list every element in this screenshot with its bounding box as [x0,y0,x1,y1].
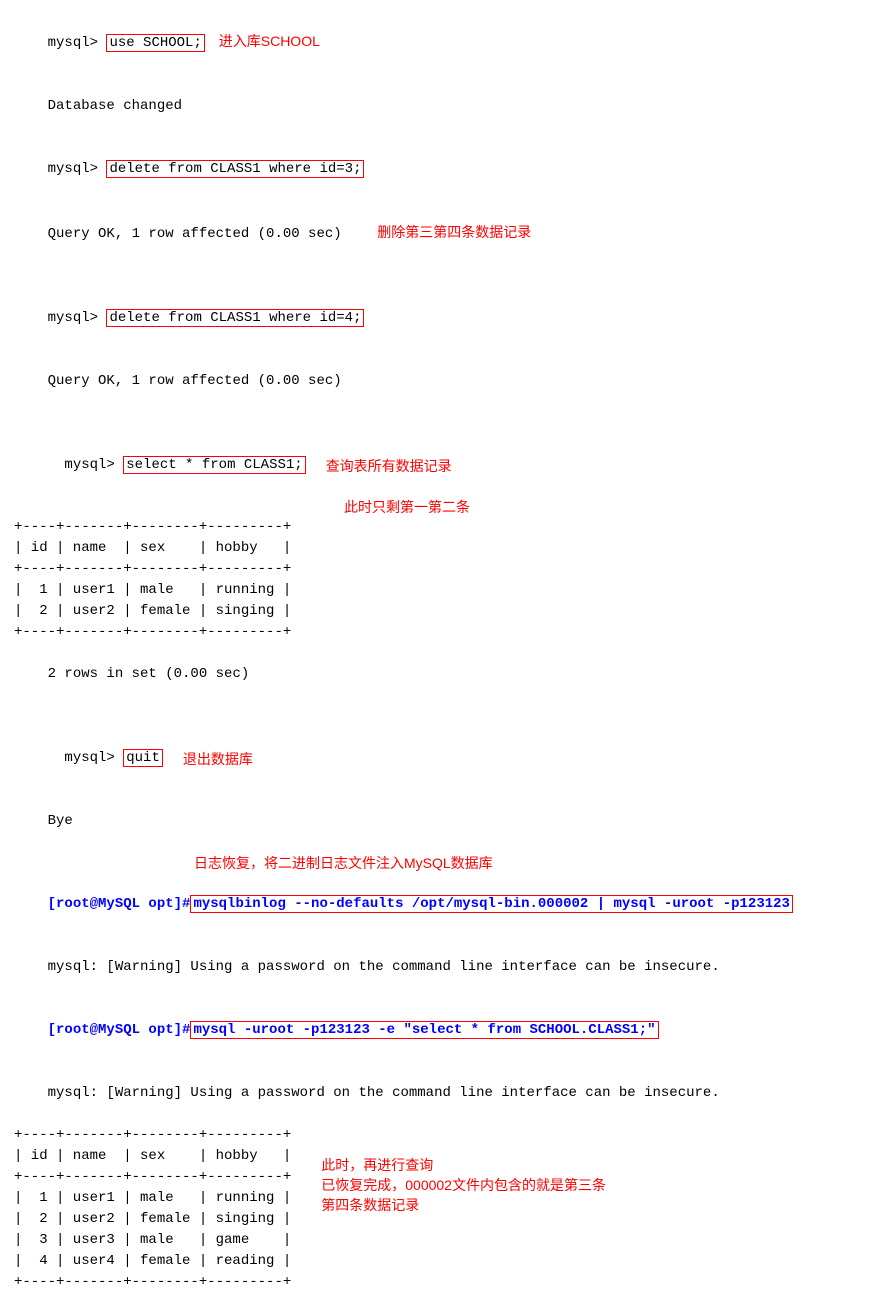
table-1-header: | id | name | sex | hobby | [14,538,878,559]
line-delete-4: mysql> delete from CLASS1 where id=4; [14,287,878,350]
line-mysqlbinlog: [root@MySQL opt]#mysqlbinlog --no-defaul… [14,873,878,936]
line-quit: mysql> quit [14,727,163,790]
line-quit-row: mysql> quit 退出数据库 [14,727,878,790]
table-2-border-top: +----+-------+--------+---------+ [14,1125,291,1146]
annotation-select: 查询表所有数据记录 [326,456,452,476]
prompt-1: mysql> [48,35,98,51]
line-warning-2: mysql: [Warning] Using a password on the… [14,1062,878,1125]
line-mysql-select: [root@MySQL opt]#mysql -uroot -p123123 -… [14,999,878,1062]
cmd-delete-3: delete from CLASS1 where id=3; [106,160,364,178]
line-select: mysql> select * from CLASS1; [14,434,306,497]
output-warning-1: mysql: [Warning] Using a password on the… [48,959,720,975]
annotation-restored-line2: 已恢复完成，000002文件内包含的就是第三条 [321,1175,606,1195]
output-warning-2: mysql: [Warning] Using a password on the… [48,1085,720,1101]
line-select-row: mysql> select * from CLASS1; 查询表所有数据记录 [14,434,878,497]
cmd-box-1: use SCHOOL; [98,34,205,52]
output-query-ok-2: Query OK, 1 row affected (0.00 sec) [48,373,342,389]
root-prompt-1: [root@MySQL opt]# [48,896,191,912]
blank-2 [14,413,878,434]
cmd-delete-4: delete from CLASS1 where id=4; [106,309,364,327]
prompt-2: mysql> [48,161,98,177]
cmd-quit: quit [123,749,163,767]
output-query-ok-1: Query OK, 1 row affected (0.00 sec) [48,226,342,242]
prompt-4: mysql> [64,457,114,473]
line-query-ok-1: Query OK, 1 row affected (0.00 sec) 删除第三… [14,201,878,266]
output-db-changed: Database changed [48,98,182,114]
annotation-log-restore-text: 日志恢复，将二进制日志文件注入MySQL数据库 [194,855,493,871]
cmd-select: select * from CLASS1; [123,456,305,474]
output-rows-1: 2 rows in set (0.00 sec) [48,666,250,682]
line-query-ok-2: Query OK, 1 row affected (0.00 sec) [14,350,878,413]
cmd-mysqlbinlog: mysqlbinlog --no-defaults /opt/mysql-bin… [190,895,793,913]
cmd-mysql-select: mysql -uroot -p123123 -e "select * from … [190,1021,658,1039]
table-2-row-3: | 3 | user3 | male | game | [14,1230,291,1251]
blank-3 [14,706,878,727]
annotation-log-restore: 日志恢复，将二进制日志文件注入MySQL数据库 [14,853,878,873]
prompt-3: mysql> [48,310,98,326]
table-2-container: +----+-------+--------+---------+ | id |… [14,1125,878,1293]
table-2-row-4: | 4 | user4 | female | reading | [14,1251,291,1272]
line-rows-in-set-1: 2 rows in set (0.00 sec) [14,643,878,706]
annotation-only-two: 此时只剩第一第二条 [14,497,878,517]
line-bye: Bye [14,790,878,853]
prompt-5: mysql> [64,750,114,766]
table-2-row-1: | 1 | user1 | male | running | [14,1188,291,1209]
terminal-container: mysql> use SCHOOL; 进入库SCHOOL Database ch… [14,10,878,1293]
root-prompt-2: [root@MySQL opt]# [48,1022,191,1038]
table-1-row-2: | 2 | user2 | female | singing | [14,601,878,622]
table-2-border-bot: +----+-------+--------+---------+ [14,1272,291,1293]
annotation-restored-line1: 此时，再进行查询 [321,1155,606,1175]
annotation-use-school: 进入库SCHOOL [215,33,320,49]
blank-1 [14,266,878,287]
table-2-header: | id | name | sex | hobby | [14,1146,291,1167]
annotation-quit: 退出数据库 [183,749,253,769]
table-2-row-2: | 2 | user2 | female | singing | [14,1209,291,1230]
table-1-border-top: +----+-------+--------+---------+ [14,517,878,538]
table-1-row-1: | 1 | user1 | male | running | [14,580,878,601]
line-db-changed: Database changed [14,75,878,138]
line-delete-3: mysql> delete from CLASS1 where id=3; [14,138,878,201]
table-1-border-bot: +----+-------+--------+---------+ [14,622,878,643]
annotation-restored: 此时，再进行查询 已恢复完成，000002文件内包含的就是第三条 第四条数据记录 [321,1125,606,1215]
table-1-border-mid: +----+-------+--------+---------+ [14,559,878,580]
line-warning-1: mysql: [Warning] Using a password on the… [14,936,878,999]
table-2-border-mid: +----+-------+--------+---------+ [14,1167,291,1188]
annotation-delete: 删除第三第四条数据记录 [362,224,532,240]
output-bye: Bye [48,813,73,829]
table-2: +----+-------+--------+---------+ | id |… [14,1125,291,1293]
annotation-only-two-text: 此时只剩第一第二条 [344,499,470,515]
line-use-school: mysql> use SCHOOL; 进入库SCHOOL [14,10,878,75]
annotation-restored-line3: 第四条数据记录 [321,1195,606,1215]
